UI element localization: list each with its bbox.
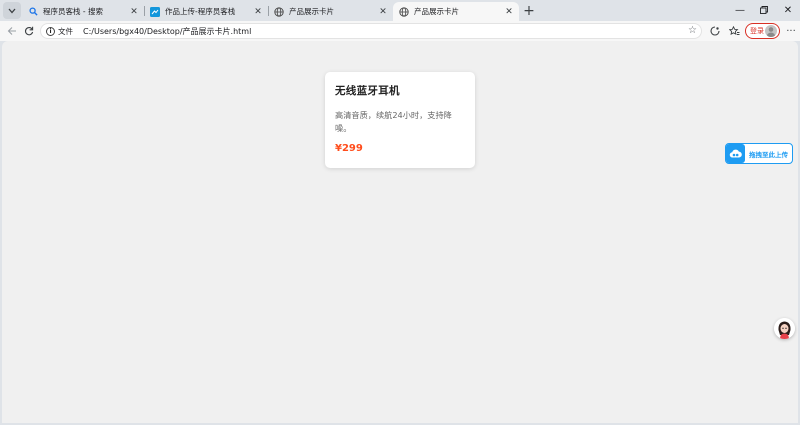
assistant-avatar-icon [774, 318, 795, 339]
tab-product-card[interactable]: 产品展示卡片 ✕ [268, 2, 393, 21]
minimize-button[interactable]: — [730, 2, 750, 18]
restore-icon [760, 6, 768, 14]
cloud-upload-icon [726, 144, 745, 163]
search-icon [28, 7, 38, 17]
product-price: ¥299 [335, 143, 363, 154]
url-text[interactable]: C:/Users/bgx40/Desktop/产品展示卡片.html [83, 26, 251, 37]
new-tab-button[interactable]: + [521, 3, 537, 19]
browser-toolbar: i 文件 C:/Users/bgx40/Desktop/产品展示卡片.html … [0, 21, 800, 41]
favorites-icon [728, 26, 739, 35]
more-icon: ··· [786, 25, 796, 37]
close-icon[interactable]: ✕ [377, 6, 389, 18]
close-window-button[interactable]: ✕ [778, 2, 798, 18]
address-bar[interactable]: i 文件 C:/Users/bgx40/Desktop/产品展示卡片.html … [40, 23, 702, 39]
tab-upload[interactable]: 作品上传-程序员客栈 ✕ [144, 2, 268, 21]
close-icon[interactable]: ✕ [252, 6, 264, 18]
globe-icon [274, 6, 284, 17]
globe-icon [399, 6, 409, 17]
extension-icon [710, 26, 720, 36]
restore-button[interactable] [754, 2, 774, 18]
tab-title: 作品上传-程序员客栈 [165, 7, 236, 16]
chevron-down-icon [8, 8, 16, 13]
close-icon: ✕ [783, 4, 793, 16]
avatar [765, 25, 777, 37]
product-card: 无线蓝牙耳机 高清音质，续航24小时，支持降噪。 ¥299 [325, 72, 475, 168]
info-icon[interactable]: i [46, 26, 55, 36]
back-arrow-icon [7, 27, 16, 35]
product-description: 高清音质，续航24小时，支持降噪。 [335, 110, 452, 133]
back-button[interactable] [4, 23, 20, 39]
tab-strip: 程序员客栈 - 搜索 ✕ 作品上传-程序员客栈 ✕ 产品展示卡片 ✕ 产品展示卡… [0, 0, 800, 21]
product-title: 无线蓝牙耳机 [335, 85, 400, 97]
drag-upload-widget[interactable]: 拖拽至此上传 [725, 143, 793, 164]
refresh-icon [24, 26, 34, 36]
assistant-avatar-button[interactable] [774, 318, 795, 339]
site-icon [150, 6, 160, 17]
close-icon[interactable]: ✕ [503, 6, 515, 18]
login-button[interactable]: 登录 [745, 23, 780, 39]
tab-title: 产品展示卡片 [289, 7, 334, 16]
tab-title: 产品展示卡片 [414, 7, 459, 16]
upload-label: 拖拽至此上传 [749, 150, 788, 159]
plus-icon: + [523, 3, 535, 19]
tab-actions-menu-button[interactable] [3, 2, 21, 19]
page-viewport: 无线蓝牙耳机 高清音质，续航24小时，支持降噪。 ¥299 [2, 41, 798, 423]
tab-product-card-active[interactable]: 产品展示卡片 ✕ [393, 2, 519, 21]
tab-title: 程序员客栈 - 搜索 [43, 7, 103, 16]
minimize-icon: — [735, 4, 745, 16]
star-icon[interactable]: ☆ [688, 25, 697, 36]
login-label: 登录 [750, 27, 764, 35]
refresh-button[interactable] [21, 23, 37, 39]
close-icon[interactable]: ✕ [128, 6, 140, 18]
settings-menu-button[interactable]: ··· [784, 24, 798, 38]
scheme-label: 文件 [58, 26, 73, 36]
tab-search[interactable]: 程序员客栈 - 搜索 ✕ [22, 2, 144, 21]
favorites-button[interactable] [727, 24, 741, 38]
extensions-button[interactable] [708, 24, 722, 38]
